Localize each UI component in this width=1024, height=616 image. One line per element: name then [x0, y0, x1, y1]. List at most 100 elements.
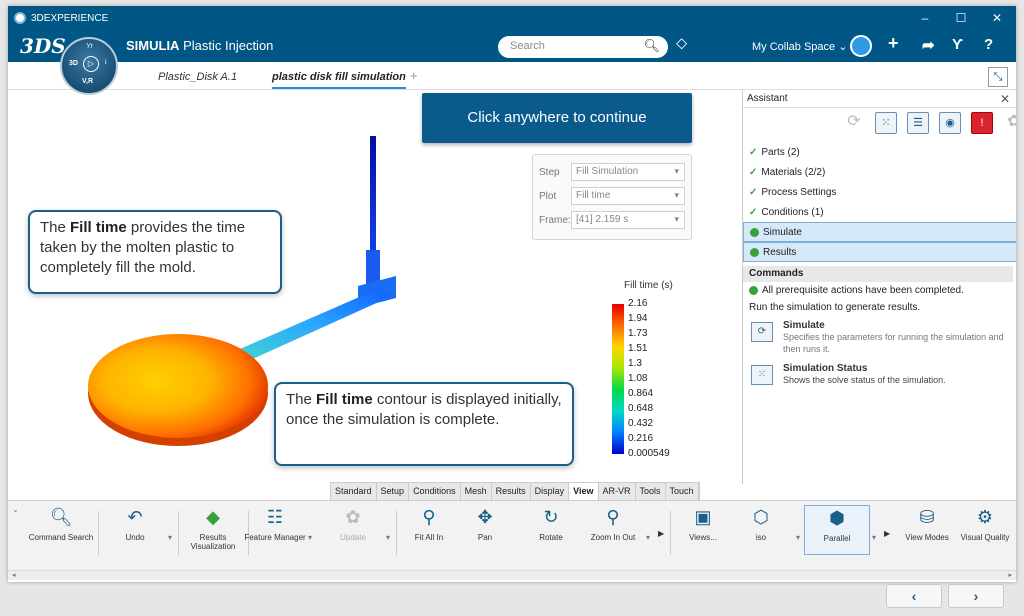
parallel-button[interactable]: ⬢ Parallel: [804, 505, 870, 555]
assistant-header: Assistant ✕: [743, 90, 1016, 108]
help-icon[interactable]: ?: [984, 36, 993, 53]
previous-button[interactable]: ‹: [886, 584, 942, 608]
legend-value: 0.864: [628, 388, 654, 399]
continue-toast[interactable]: Click anywhere to continue: [422, 93, 692, 143]
toolbar-scrollbar[interactable]: ◂ ▸: [8, 570, 1016, 580]
scroll-left-icon[interactable]: ◂: [12, 571, 16, 579]
chevron-down-icon[interactable]: ▾: [872, 533, 876, 542]
tab-conditions[interactable]: Conditions: [409, 483, 461, 500]
chevron-down-icon[interactable]: ▾: [168, 533, 172, 542]
chevron-down-icon[interactable]: ▾: [796, 533, 800, 542]
simulate-command[interactable]: ⟳ Simulate Specifies the parameters for …: [743, 316, 1013, 359]
collapse-icon[interactable]: ⤡: [988, 67, 1008, 87]
chevron-right-icon[interactable]: ▶: [884, 529, 890, 538]
visual-quality-button[interactable]: ⚙ Visual Quality: [952, 505, 1016, 542]
tab-display[interactable]: Display: [531, 483, 570, 500]
zoom-button[interactable]: ⚲ Zoom In Out: [580, 505, 646, 542]
close-button[interactable]: ✕: [980, 6, 1014, 30]
plot-select[interactable]: Fill time: [571, 187, 685, 205]
divider: [98, 511, 99, 555]
minimize-button[interactable]: –: [908, 6, 942, 30]
tool-label: Undo: [125, 533, 145, 542]
3d-viewport[interactable]: Click anywhere to continue The Fill time…: [8, 90, 736, 484]
check-icon: ✓: [749, 146, 758, 158]
chevron-down-icon[interactable]: ▾: [386, 533, 390, 542]
app-window: 3DEXPERIENCE – ☐ ✕ 3DS Yr 3D ▷ i V,R SIM…: [8, 6, 1016, 582]
search-input[interactable]: Search 🔍︎: [498, 36, 668, 58]
alert-icon[interactable]: !: [971, 112, 993, 134]
tab-setup[interactable]: Setup: [377, 483, 410, 500]
tab-view[interactable]: View: [569, 483, 599, 500]
grid-icon[interactable]: ⁙: [875, 112, 897, 134]
legend-value: 0.648: [628, 403, 654, 414]
tab-mesh[interactable]: Mesh: [461, 483, 492, 500]
tag-icon[interactable]: ⬦: [676, 35, 687, 53]
scroll-right-icon[interactable]: ▸: [1008, 571, 1012, 579]
play-icon[interactable]: ▷: [83, 56, 99, 72]
run-text: Run the simulation to generate results.: [749, 302, 921, 313]
chevron-down-icon[interactable]: ▾: [646, 533, 650, 542]
frame-select[interactable]: [41] 2.159 s: [571, 211, 685, 229]
maximize-button[interactable]: ☐: [944, 6, 978, 30]
assistant-title: Assistant: [747, 93, 788, 104]
tab-plastic-disk[interactable]: Plastic_Disk A.1: [158, 71, 237, 83]
undo-button[interactable]: ↶ Undo: [102, 505, 168, 542]
tab-touch[interactable]: Touch: [666, 483, 699, 500]
chevron-down-icon[interactable]: ▾: [308, 533, 312, 542]
tab-fill-simulation[interactable]: plastic disk fill simulation: [272, 71, 406, 89]
step-process-settings[interactable]: ✓ Process Settings: [743, 182, 1016, 202]
tab-standard[interactable]: Standard: [331, 483, 377, 500]
plus-icon[interactable]: +: [888, 33, 899, 54]
chevron-down-icon[interactable]: ⌄: [12, 505, 19, 514]
step-results[interactable]: Results: [743, 242, 1016, 262]
tool-label: Zoom In Out: [590, 533, 636, 542]
update-button[interactable]: ✿ Update: [320, 505, 386, 542]
step-row: Step Fill Simulation: [539, 163, 685, 181]
step-conditions[interactable]: ✓ Conditions (1): [743, 202, 1016, 222]
next-button[interactable]: ›: [948, 584, 1004, 608]
compass-widget[interactable]: Yr 3D ▷ i V,R: [60, 37, 118, 95]
legend-value: 1.94: [628, 313, 648, 324]
step-parts[interactable]: ✓ Parts (2): [743, 142, 1016, 162]
visual-quality-icon: ⚙: [976, 507, 994, 527]
step-label: Materials (2/2): [761, 166, 826, 178]
feature-manager-button[interactable]: ☷ Feature Manager: [242, 505, 308, 542]
gear-icon[interactable]: ✿: [1003, 112, 1016, 134]
tab-results[interactable]: Results: [492, 483, 531, 500]
simulation-status-command[interactable]: ⁙ Simulation Status Shows the solve stat…: [743, 359, 1013, 395]
status-dot-icon: [750, 247, 759, 257]
share-icon[interactable]: ➦: [922, 36, 935, 54]
iso-button[interactable]: ⬡ iso: [728, 505, 794, 542]
tool-label: Update: [340, 533, 366, 542]
collab-space-dropdown[interactable]: My Collab Space ⌄: [752, 40, 847, 53]
tab-tools[interactable]: Tools: [636, 483, 666, 500]
rotate-button[interactable]: ↻ Rotate: [518, 505, 584, 542]
pan-button[interactable]: ✥ Pan: [452, 505, 518, 542]
chevron-right-icon[interactable]: ▶: [658, 529, 664, 538]
close-icon[interactable]: ✕: [1000, 92, 1010, 106]
refresh-icon[interactable]: ⟳: [843, 112, 865, 134]
avatar[interactable]: [850, 35, 872, 57]
tab-ar-vr[interactable]: AR-VR: [599, 483, 636, 500]
brand-prefix: SIMULIA: [126, 38, 180, 53]
search-icon: 🔍︎: [49, 507, 73, 527]
add-tab-button[interactable]: +: [410, 68, 418, 83]
view-modes-icon: ⛁: [919, 507, 935, 527]
table-icon[interactable]: ☰: [907, 112, 929, 134]
step-materials[interactable]: ✓ Materials (2/2): [743, 162, 1016, 182]
legend-value: 1.08: [628, 373, 648, 384]
views-button[interactable]: ▣ Views...: [670, 505, 736, 542]
prereq-text: All prerequisite actions have been compl…: [762, 285, 964, 296]
tool-label: Fit All In: [414, 533, 444, 542]
title-bar: 3DEXPERIENCE – ☐ ✕: [8, 6, 1016, 30]
fill-time-callout: The Fill time provides the time taken by…: [28, 210, 282, 294]
command-search-button[interactable]: 🔍︎ Command Search: [28, 505, 94, 542]
eye-icon[interactable]: ◉: [939, 112, 961, 134]
results-visualization-button[interactable]: ◆ Results Visualization: [180, 505, 246, 551]
search-icon[interactable]: 🔍︎: [643, 38, 660, 54]
step-select[interactable]: Fill Simulation: [571, 163, 685, 181]
view-modes-button[interactable]: ⛁ View Modes: [894, 505, 960, 542]
tools-icon[interactable]: Ƴ: [952, 36, 964, 53]
step-simulate[interactable]: Simulate: [743, 222, 1016, 242]
compass-yr-label: Yr: [86, 43, 93, 50]
